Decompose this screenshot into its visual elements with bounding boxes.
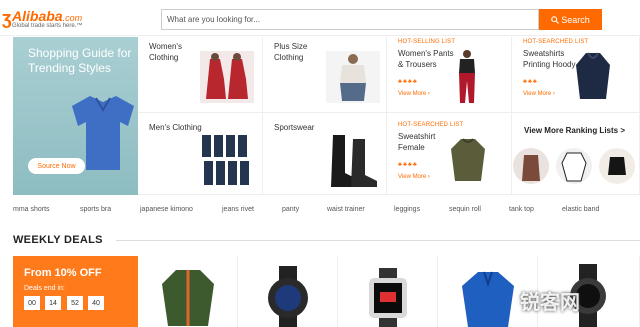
top-header: ʒ Alibaba.com Global trade starts here.™… <box>0 0 640 36</box>
weekly-deals-title: WEEKLY DEALS <box>13 234 103 246</box>
view-more-link[interactable]: View More › <box>398 174 430 180</box>
weekly-deals-promo[interactable]: From 10% OFF Deals end in: 00 14 52 40 <box>13 256 138 327</box>
ranking-item-title: Sweatshirt Female <box>398 132 436 152</box>
watermark: 锐客网 <box>520 290 580 314</box>
category-label: Sportswear <box>274 123 315 132</box>
category-sportswear[interactable]: Sportswear <box>263 113 387 195</box>
hot-searched-label: HOT-SEARCHED LIST <box>523 39 589 45</box>
keyword-link[interactable]: tank top <box>509 206 534 213</box>
view-more-link[interactable]: View More › <box>523 91 555 97</box>
search-input[interactable]: What are you looking for... <box>161 9 539 30</box>
hot-searched-sweatshirt-female[interactable]: HOT-SEARCHED LIST Sweatshirt Female ♣♣♣♣… <box>387 113 512 195</box>
jeans-image <box>202 135 249 185</box>
rating-stars: ♣♣♣♣ <box>398 162 418 168</box>
keyword-link[interactable]: panty <box>282 206 299 213</box>
category-mens-clothing[interactable]: Men's Clothing <box>138 113 263 195</box>
pants-image <box>459 50 475 103</box>
deals-end-label: Deals end in: <box>24 285 65 292</box>
keyword-link[interactable]: sports bra <box>80 206 111 213</box>
section-divider <box>116 240 640 241</box>
keyword-link[interactable]: leggings <box>394 206 420 213</box>
sweatshirt-image <box>451 138 485 181</box>
womens-dress-image <box>200 51 254 103</box>
rating-stars: ♣♣♣ <box>523 79 538 85</box>
keyword-link[interactable]: waist trainer <box>327 206 365 213</box>
category-womens-clothing[interactable]: Women's Clothing <box>138 37 263 113</box>
keyword-link[interactable]: japanese kimono <box>140 206 193 213</box>
keyword-link[interactable]: mma shorts <box>13 206 50 213</box>
countdown-days: 00 <box>24 296 40 310</box>
hot-selling-label: HOT-SELLING LIST <box>398 39 456 45</box>
category-plus-size-clothing[interactable]: Plus Size Clothing <box>263 37 387 113</box>
category-label: Men's Clothing <box>149 123 202 132</box>
ranking-thumbnails <box>513 148 635 184</box>
hot-selling-womens-pants[interactable]: HOT-SELLING LIST Women's Pants & Trouser… <box>387 37 512 113</box>
category-label: Women's Clothing <box>149 42 182 62</box>
category-label: Plus Size Clothing <box>274 42 308 62</box>
countdown-hours: 14 <box>45 296 61 310</box>
countdown-seconds: 40 <box>88 296 104 310</box>
source-now-button[interactable]: Source Now <box>28 158 85 174</box>
deal-product-jacket[interactable] <box>138 256 238 327</box>
jacket-image <box>162 270 214 326</box>
logo-icon: ʒ <box>2 8 12 28</box>
hoody-image <box>576 52 610 99</box>
view-more-ranking-link[interactable]: View More Ranking Lists > <box>524 125 625 136</box>
banner-title: Shopping Guide for Trending Styles <box>28 46 132 75</box>
keyword-link[interactable]: sequin roll <box>449 206 481 213</box>
boots-image <box>331 135 377 187</box>
countdown-minutes: 52 <box>67 296 83 310</box>
plus-size-image <box>326 51 380 103</box>
hot-searched-sweatshirts-hoody[interactable]: HOT-SEARCHED LIST Sweatshirts Printing H… <box>512 37 640 113</box>
keyword-link[interactable]: jeans rivet <box>222 206 254 213</box>
deal-product-watch[interactable] <box>238 256 338 327</box>
hot-searched-label: HOT-SEARCHED LIST <box>398 122 464 128</box>
deal-product-smartwatch[interactable] <box>338 256 438 327</box>
view-more-ranking[interactable]: View More Ranking Lists > <box>512 113 640 195</box>
search-button[interactable]: Search <box>539 9 602 30</box>
sweater-image <box>462 271 514 327</box>
smartwatch-image <box>369 268 407 327</box>
logo-tagline: Global trade starts here.™ <box>12 23 83 29</box>
keyword-link[interactable]: elastic band <box>562 206 599 213</box>
view-more-link[interactable]: View More › <box>398 91 430 97</box>
search-icon <box>551 15 560 24</box>
discount-text: From 10% OFF <box>24 267 102 279</box>
shopping-guide-banner[interactable]: Shopping Guide for Trending Styles Sourc… <box>13 37 138 195</box>
watch-image <box>268 266 308 327</box>
rating-stars: ♣♣♣♣ <box>398 79 418 85</box>
